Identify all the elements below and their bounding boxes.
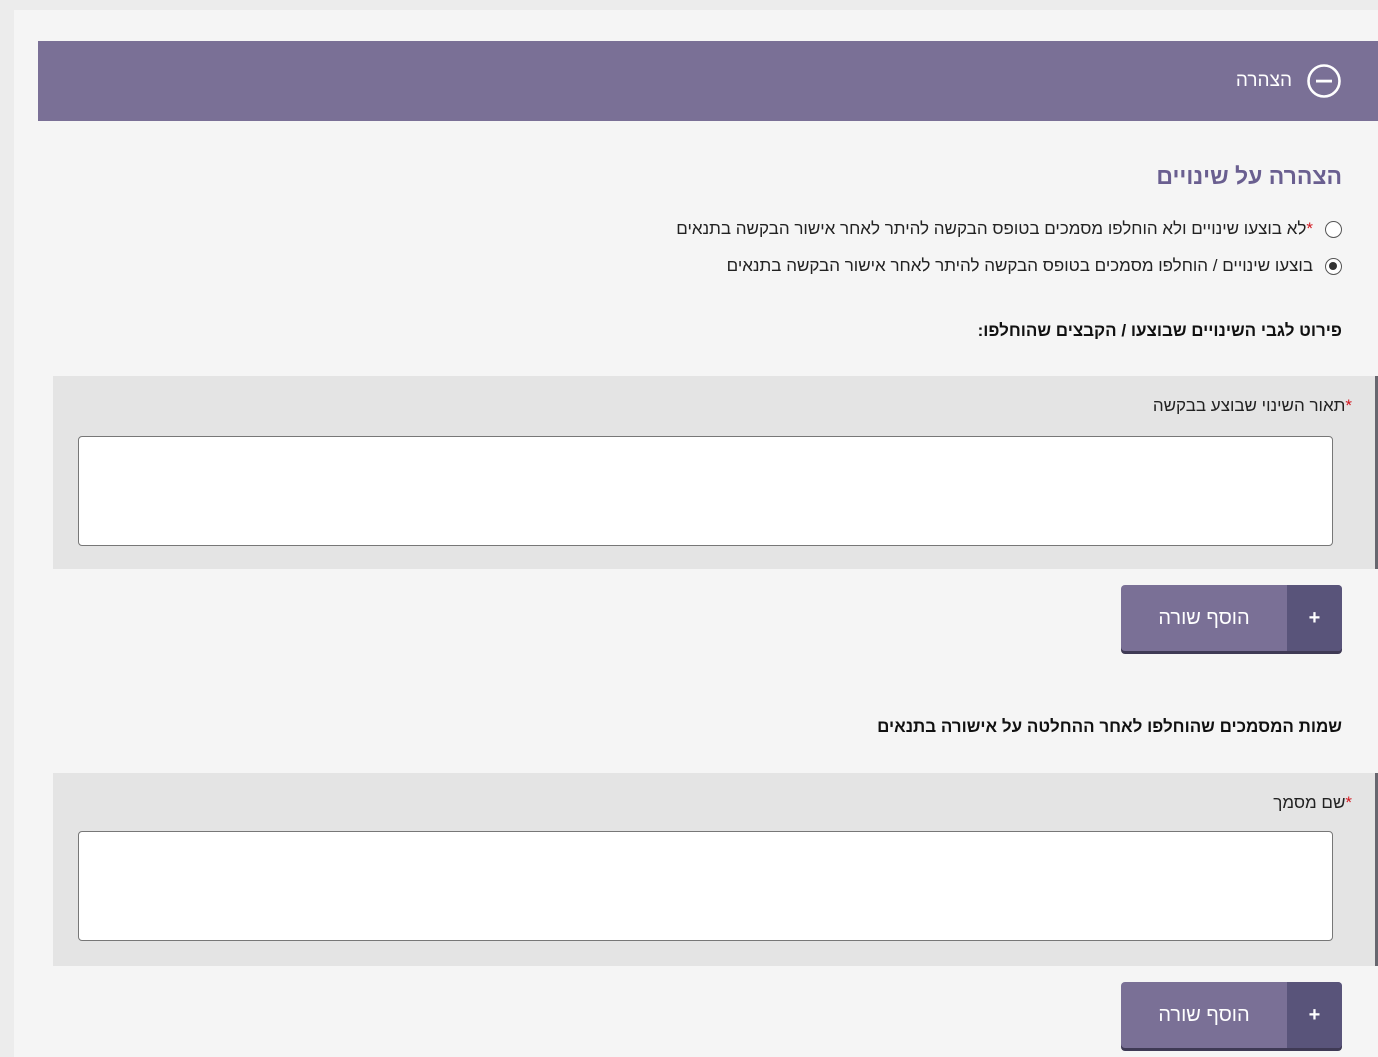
field-label: *שם מסמך bbox=[1273, 792, 1352, 814]
plus-icon: + bbox=[1287, 585, 1342, 651]
add-row-button[interactable]: + הוסף שורה bbox=[1121, 585, 1342, 651]
document-name-field[interactable] bbox=[78, 831, 1333, 941]
changes-subheading: פירוט לגבי השינויים שבוצעו / הקבצים שהוח… bbox=[977, 321, 1342, 340]
documents-subheading: שמות המסמכים שהוחלפו לאחר ההחלטה על אישו… bbox=[877, 717, 1342, 736]
radio-button[interactable] bbox=[1325, 220, 1342, 238]
declaration-panel: הצהרה הצהרה על שינויים *לא בוצעו שינויים… bbox=[38, 41, 1378, 1057]
required-mark: * bbox=[1306, 219, 1313, 238]
add-row-button[interactable]: + הוסף שורה bbox=[1121, 982, 1342, 1048]
field-label-text: שם מסמך bbox=[1273, 793, 1346, 812]
field-label-text: תאור השינוי שבוצע בבקשה bbox=[1152, 396, 1346, 415]
change-description-field[interactable] bbox=[78, 436, 1333, 546]
radio-option-no-changes[interactable]: *לא בוצעו שינויים ולא הוחלפו מסמכים בטופ… bbox=[676, 217, 1342, 241]
required-mark: * bbox=[1345, 793, 1352, 812]
minus-circle-icon[interactable] bbox=[1306, 63, 1342, 99]
field-label: *תאור השינוי שבוצע בבקשה bbox=[1153, 395, 1352, 417]
radio-option-changes-made[interactable]: בוצעו שינויים / הוחלפו מסמכים בטופס הבקש… bbox=[727, 254, 1342, 278]
documents-row: *שם מסמך bbox=[53, 773, 1378, 966]
radio-button-selected[interactable] bbox=[1325, 257, 1342, 275]
plus-icon: + bbox=[1287, 982, 1342, 1048]
option-label: *לא בוצעו שינויים ולא הוחלפו מסמכים בטופ… bbox=[676, 219, 1313, 239]
add-row-label: הוסף שורה bbox=[1158, 1003, 1250, 1026]
panel-header[interactable]: הצהרה bbox=[38, 41, 1378, 121]
option-text: לא בוצעו שינויים ולא הוחלפו מסמכים בטופס… bbox=[676, 219, 1307, 238]
option-label: בוצעו שינויים / הוחלפו מסמכים בטופס הבקש… bbox=[726, 256, 1313, 275]
changes-row: *תאור השינוי שבוצע בבקשה bbox=[53, 376, 1378, 569]
panel-title: הצהרה bbox=[1235, 70, 1292, 91]
add-row-label: הוסף שורה bbox=[1158, 606, 1250, 629]
required-mark: * bbox=[1345, 396, 1352, 415]
page-background: הצהרה הצהרה על שינויים *לא בוצעו שינויים… bbox=[14, 10, 1378, 1057]
section-heading: הצהרה על שינויים bbox=[1156, 163, 1342, 189]
